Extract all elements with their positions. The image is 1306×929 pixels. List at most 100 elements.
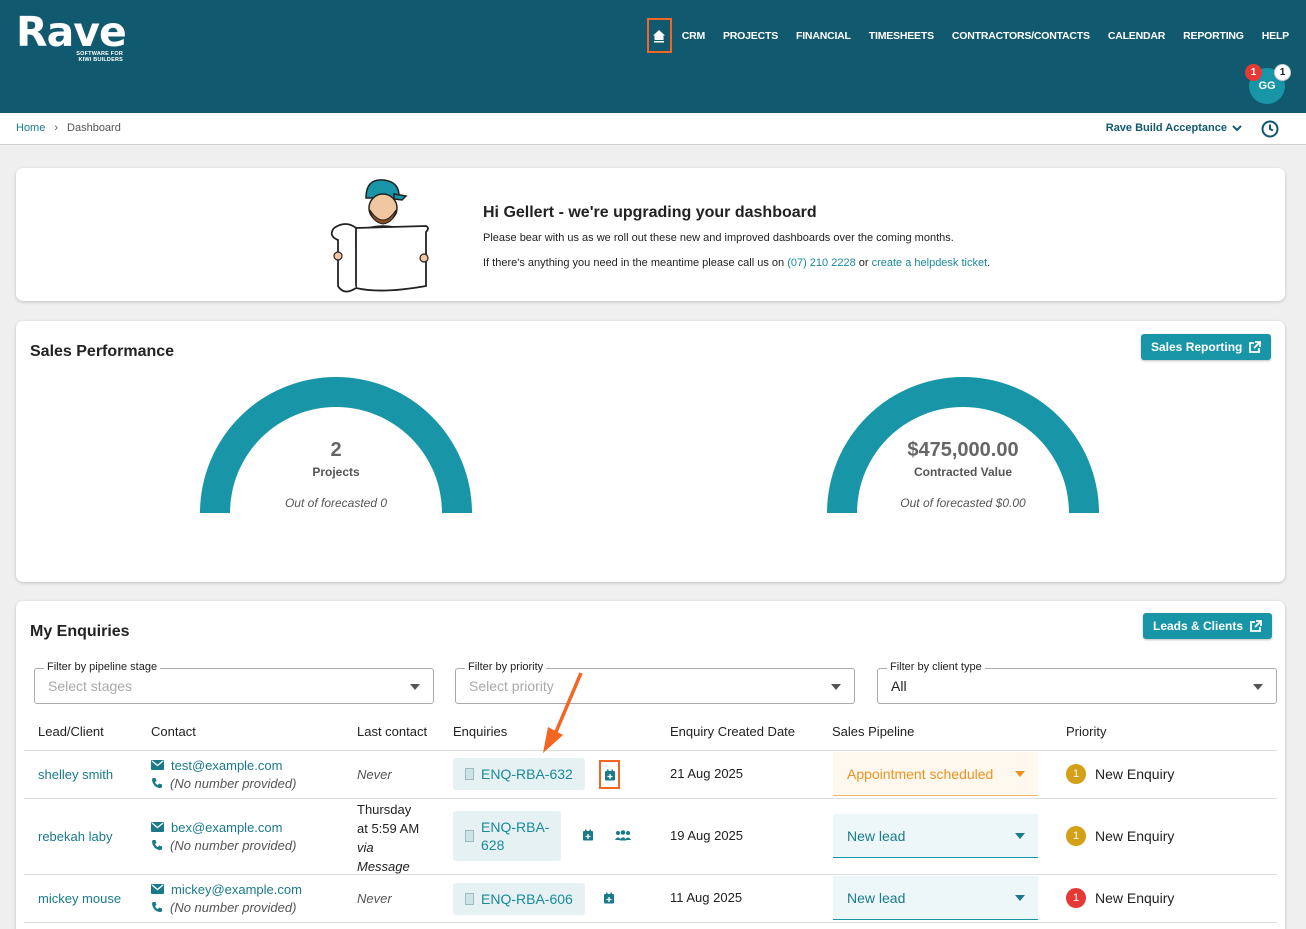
calendar-add-icon[interactable]: [582, 829, 594, 841]
enquiry-link[interactable]: ENQ-RBA-606: [453, 883, 585, 915]
nav-reporting[interactable]: REPORTING: [1183, 30, 1244, 42]
caret-down-icon: [410, 684, 420, 690]
notification-badge[interactable]: 1: [1245, 64, 1262, 81]
priority-label: New Enquiry: [1095, 890, 1175, 906]
breadcrumb: Home › Dashboard: [16, 122, 121, 134]
contact-phone: (No number provided): [170, 775, 297, 791]
welcome-period: .: [987, 257, 991, 269]
support-phone-link[interactable]: (07) 210 2228: [787, 257, 856, 269]
column-header-lead-client[interactable]: Lead/Client: [38, 724, 104, 739]
priority-label: New Enquiry: [1095, 828, 1175, 844]
priority-number-badge: 1: [1066, 764, 1086, 784]
lead-name-link[interactable]: rebekah laby: [38, 829, 112, 844]
projects-count: 2: [330, 439, 342, 461]
people-group-icon[interactable]: [615, 830, 631, 841]
history-clock-icon[interactable]: [1261, 120, 1279, 138]
home-icon: [653, 29, 666, 42]
column-header-contact[interactable]: Contact: [151, 724, 196, 739]
chevron-down-icon: [1232, 124, 1242, 131]
home-button[interactable]: [646, 18, 672, 53]
sales-reporting-button[interactable]: Sales Reporting: [1141, 334, 1272, 360]
enquiry-id-part-1: ENQ-RBA-: [481, 819, 550, 835]
contact-phone: (No number provided): [170, 837, 297, 853]
nav-projects[interactable]: PROJECTS: [723, 30, 778, 42]
nav-contractors-contacts[interactable]: CONTRACTORS/CONTACTS: [952, 30, 1090, 42]
breadcrumb-current: Dashboard: [67, 122, 121, 134]
leads-clients-label: Leads & Clients: [1153, 619, 1244, 633]
priority-filter-label: Filter by priority: [465, 661, 547, 673]
breadcrumb-separator: ›: [54, 122, 59, 134]
projects-gauge-arc: [200, 377, 472, 513]
main-nav: CRM PROJECTS FINANCIAL TIMESHEETS CONTRA…: [646, 18, 1289, 53]
my-enquiries-card: My Enquiries Leads & Clients Filter by p…: [16, 601, 1285, 929]
caret-down-icon: [831, 684, 841, 690]
contact-email-link[interactable]: mickey@example.com: [171, 882, 302, 897]
last-contact-via: via: [357, 840, 374, 855]
rave-logo[interactable]: Rave SOFTWARE FOR KIWI BUILDERS: [16, 8, 127, 63]
client-type-filter-value: All: [891, 678, 907, 694]
priority-number-badge: 1: [1066, 888, 1086, 908]
nav-timesheets[interactable]: TIMESHEETS: [869, 30, 934, 42]
welcome-line-2: If there's anything you need in the mean…: [483, 257, 990, 269]
sales-pipeline-select[interactable]: New lead: [833, 814, 1038, 858]
last-contact: Never: [357, 767, 392, 782]
helpdesk-ticket-link[interactable]: create a helpdesk ticket: [872, 257, 988, 269]
message-badge[interactable]: 1: [1274, 64, 1291, 81]
enquiry-id: ENQ-RBA-632: [481, 766, 573, 782]
sales-pipeline-value: Appointment scheduled: [847, 765, 994, 782]
contracted-value-forecast: Out of forecasted $0.00: [900, 496, 1026, 510]
enquiry-created-date: 21 Aug 2025: [670, 766, 744, 781]
logo-text: Rave: [16, 8, 127, 56]
client-type-filter[interactable]: Filter by client type All: [877, 661, 1277, 704]
nav-financial[interactable]: FINANCIAL: [796, 30, 851, 42]
highlighted-calendar-button[interactable]: [599, 760, 620, 789]
pipeline-stage-filter[interactable]: Filter by pipeline stage Select stages: [34, 661, 434, 704]
sales-pipeline-select[interactable]: Appointment scheduled: [833, 752, 1038, 796]
logo-tagline: SOFTWARE FOR KIWI BUILDERS: [76, 51, 123, 63]
projects-gauge: 2 Projects Out of forecasted 0: [186, 363, 486, 513]
contact-email-link[interactable]: test@example.com: [171, 758, 282, 773]
phone-icon: [152, 840, 162, 851]
column-header-enquiries[interactable]: Enquiries: [453, 724, 507, 739]
priority-cell: 1 New Enquiry: [1066, 764, 1174, 784]
caret-down-icon: [1015, 833, 1025, 839]
pointer-arrow-annotation: [543, 672, 583, 753]
column-header-created-date[interactable]: Enquiry Created Date: [670, 724, 795, 739]
enquiry-link[interactable]: ENQ-RBA- 628: [453, 811, 562, 861]
priority-filter[interactable]: Filter by priority Select priority: [455, 661, 855, 704]
priority-label: New Enquiry: [1095, 766, 1175, 782]
nav-calendar[interactable]: CALENDAR: [1108, 30, 1166, 42]
last-contact: Thursday at 5:59 AM via Message: [357, 800, 419, 876]
document-icon: [465, 830, 474, 842]
lead-name-link[interactable]: shelley smith: [38, 767, 113, 782]
breadcrumb-home[interactable]: Home: [16, 122, 45, 134]
calendar-add-icon[interactable]: [603, 892, 615, 904]
column-header-priority[interactable]: Priority: [1066, 724, 1106, 739]
email-icon: [151, 884, 164, 894]
calendar-add-icon: [604, 769, 615, 780]
contracted-value-label: Contracted Value: [913, 465, 1013, 479]
column-header-last-contact[interactable]: Last contact: [357, 724, 427, 739]
priority-number-badge: 1: [1066, 826, 1086, 846]
sales-pipeline-value: New lead: [847, 889, 906, 906]
my-enquiries-title: My Enquiries: [30, 623, 130, 640]
contracted-value-gauge-arc: [827, 377, 1099, 513]
column-header-sales-pipeline[interactable]: Sales Pipeline: [832, 724, 914, 739]
enquiry-link[interactable]: ENQ-RBA-632: [453, 758, 585, 790]
document-icon: [465, 768, 474, 780]
nav-crm[interactable]: CRM: [682, 30, 706, 42]
leads-clients-button[interactable]: Leads & Clients: [1143, 613, 1273, 639]
phone-icon: [152, 902, 162, 913]
sales-performance-title: Sales Performance: [30, 343, 175, 360]
document-icon: [465, 893, 474, 905]
organisation-selector[interactable]: Rave Build Acceptance: [1106, 122, 1242, 134]
contact-email-link[interactable]: bex@example.com: [171, 820, 282, 835]
enquiry-id-part-2: 628: [481, 837, 505, 853]
lead-name-link[interactable]: mickey mouse: [38, 891, 121, 906]
top-navigation-bar: Rave SOFTWARE FOR KIWI BUILDERS CRM PROJ…: [0, 0, 1306, 113]
phone-icon: [152, 778, 162, 789]
nav-help[interactable]: HELP: [1262, 30, 1289, 42]
contact-phone: (No number provided): [170, 899, 297, 915]
sales-pipeline-select[interactable]: New lead: [833, 876, 1038, 920]
sales-pipeline-value: New lead: [847, 827, 906, 844]
